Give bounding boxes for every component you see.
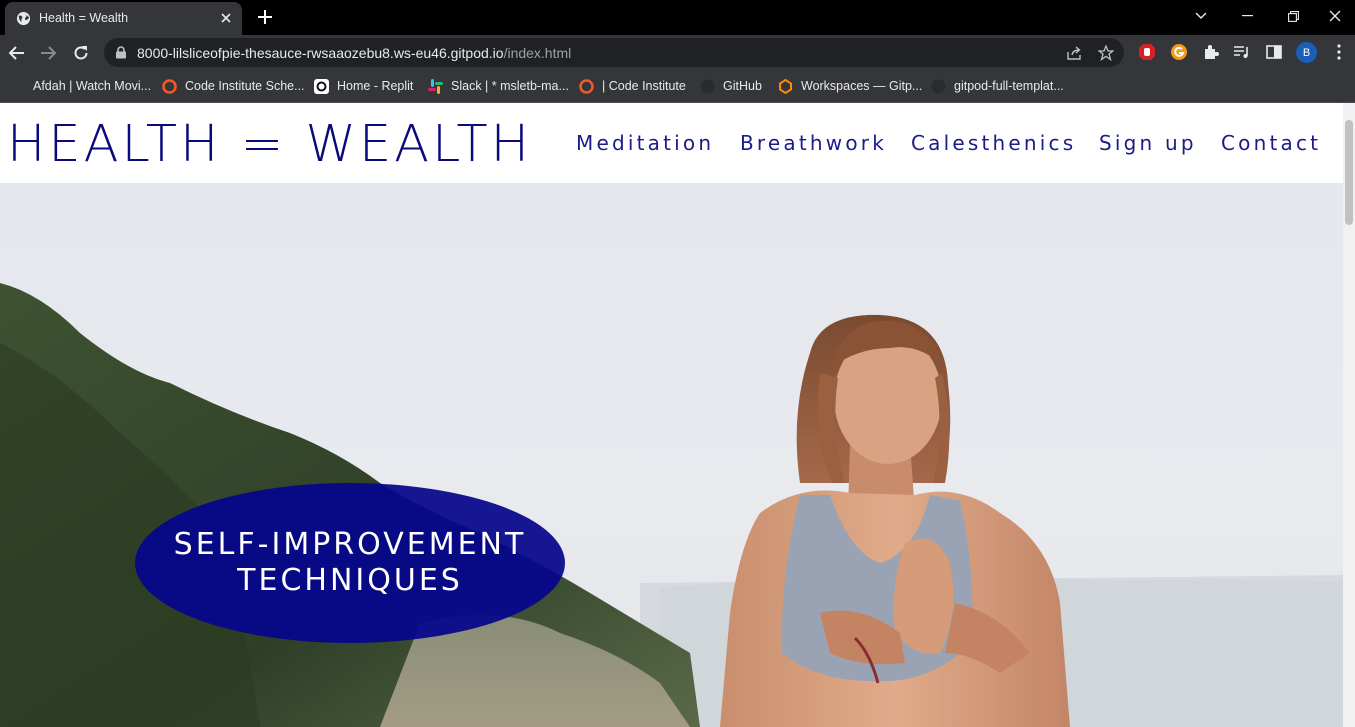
close-window-button[interactable] <box>1312 0 1355 32</box>
bookmark-label: Afdah | Watch Movi... <box>33 79 152 93</box>
side-panel-icon[interactable] <box>1263 41 1285 63</box>
nav-link-breathwork[interactable]: Breathwork <box>740 131 887 159</box>
back-button[interactable] <box>3 39 31 67</box>
page-scrollbar[interactable] <box>1343 103 1355 727</box>
bookmark-gitpod-template[interactable]: gitpod-full-templat... <box>931 76 1064 96</box>
tab-title: Health = Wealth <box>39 11 129 25</box>
bookmark-slack[interactable]: Slack | * msletb-ma... <box>428 76 569 96</box>
bookmark-github[interactable]: GitHub <box>700 76 762 96</box>
share-icon[interactable] <box>1065 43 1085 63</box>
nav-link-contact[interactable]: Contact <box>1221 131 1321 159</box>
site-logo[interactable]: HEALTH = WEALTH <box>7 115 532 174</box>
media-control-icon[interactable] <box>1231 41 1253 63</box>
bookmarks-bar: Afdah | Watch Movi... Code Institute Sch… <box>0 70 1355 103</box>
hero-section: SELF-IMPROVEMENT TECHNIQUES <box>0 183 1343 727</box>
replit-icon <box>314 78 329 94</box>
url-host: 8000-lilsliceofpie-thesauce-rwsaaozebu8.… <box>137 45 504 61</box>
address-bar[interactable]: 8000-lilsliceofpie-thesauce-rwsaaozebu8.… <box>104 38 1124 67</box>
bookmark-label: Slack | * msletb-ma... <box>451 79 569 93</box>
bookmark-label: Home - Replit <box>337 79 414 93</box>
nav-link-sign-up[interactable]: Sign up <box>1099 131 1197 159</box>
profile-avatar[interactable]: B <box>1296 42 1317 63</box>
page-viewport: HEALTH = WEALTH Meditation Breathwork Ca… <box>0 103 1355 727</box>
url-text[interactable]: 8000-lilsliceofpie-thesauce-rwsaaozebu8.… <box>137 45 571 61</box>
grammarly-extension-icon[interactable] <box>1168 41 1190 63</box>
globe-icon <box>16 11 31 26</box>
more-menu-icon[interactable] <box>1328 41 1350 63</box>
bookmark-code-institute[interactable]: | Code Institute <box>579 76 686 96</box>
bookmark-label: Code Institute Sche... <box>185 79 305 93</box>
bookmark-afdah[interactable]: Afdah | Watch Movi... <box>8 76 151 96</box>
hero-title-line-2: TECHNIQUES <box>237 563 463 598</box>
tab-strip: Health = Wealth <box>0 0 1355 35</box>
url-path: /index.html <box>503 45 572 61</box>
gitpod-icon <box>778 78 793 94</box>
close-tab-icon[interactable] <box>218 10 234 26</box>
tab-search-icon[interactable] <box>1178 0 1224 32</box>
lock-icon[interactable] <box>115 46 127 59</box>
hero-title-line-1: SELF-IMPROVEMENT <box>173 527 527 562</box>
browser-tab[interactable]: Health = Wealth <box>5 2 242 35</box>
nav-link-meditation[interactable]: Meditation <box>576 131 714 159</box>
bookmark-code-institute-schedule[interactable]: Code Institute Sche... <box>162 76 305 96</box>
scrollbar-thumb[interactable] <box>1345 120 1353 225</box>
bookmark-label: GitHub <box>723 79 762 93</box>
bookmark-label: Workspaces — Gitp... <box>801 79 923 93</box>
code-institute-icon <box>579 78 594 94</box>
slack-icon <box>428 78 443 94</box>
bookmark-label: gitpod-full-templat... <box>954 79 1064 93</box>
reload-button[interactable] <box>67 39 95 67</box>
blank-icon <box>8 79 25 94</box>
bookmark-star-icon[interactable] <box>1096 43 1116 63</box>
extensions-puzzle-icon[interactable] <box>1200 41 1222 63</box>
adblock-extension-icon[interactable] <box>1136 41 1158 63</box>
site-header: HEALTH = WEALTH Meditation Breathwork Ca… <box>0 103 1343 183</box>
nav-link-calesthenics[interactable]: Calesthenics <box>911 131 1076 159</box>
github-icon <box>931 79 946 94</box>
minimize-button[interactable] <box>1224 0 1270 32</box>
new-tab-button[interactable] <box>253 6 277 28</box>
hero-image <box>0 183 1343 727</box>
bookmark-replit[interactable]: Home - Replit <box>314 76 413 96</box>
browser-toolbar: 8000-lilsliceofpie-thesauce-rwsaaozebu8.… <box>0 35 1355 70</box>
code-institute-icon <box>162 78 177 94</box>
github-icon <box>700 79 715 94</box>
hero-title-badge: SELF-IMPROVEMENT TECHNIQUES <box>135 483 565 643</box>
bookmark-gitpod-workspaces[interactable]: Workspaces — Gitp... <box>778 76 922 96</box>
restore-button[interactable] <box>1270 0 1316 32</box>
bookmark-label: | Code Institute <box>602 79 686 93</box>
forward-button[interactable] <box>34 39 62 67</box>
